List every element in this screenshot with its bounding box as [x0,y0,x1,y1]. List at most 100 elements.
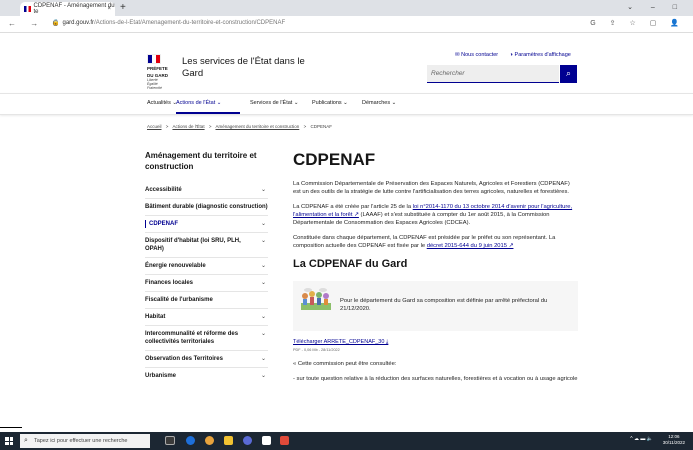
url-path: /Actions-de-l-Etat/Amenagement-du-territ… [94,20,286,26]
logo-motto: Liberté Égalité Fraternité [147,78,162,90]
nav-services-etat[interactable]: Services de l'État ⌄ [250,100,298,106]
contact-link[interactable]: ✉ Nous contacter [455,52,498,58]
sidebar-item-label: Fiscalité de l'urbanisme [145,297,213,303]
clock-date: 30/11/2022 [662,440,685,445]
favicon-icon [24,6,31,12]
browser-tab[interactable]: CDPENAF - Aménagement du te × [20,2,115,16]
nav-active-indicator [176,112,240,114]
chevron-down-icon: ⌄ [260,331,266,337]
sidebar-item-observation[interactable]: Observation des Territoires ⌄ [145,355,268,363]
file-explorer-icon[interactable] [224,436,233,445]
sidebar-item-habitat-dispositif[interactable]: Dispositif d'habitat (loi SRU, PLH, OPAH… [145,237,268,253]
card-text: Pour le département du Gard sa compositi… [340,298,548,312]
nav-publications[interactable]: Publications ⌄ [312,100,348,106]
search-input[interactable]: Rechercher [427,65,559,83]
windows-start-icon[interactable] [5,437,13,445]
breadcrumb-separator: > [303,124,307,129]
breadcrumb-separator: > [208,124,212,129]
quote-text: « Cette commission peut être consultée: [293,361,397,367]
site-title-line1: Les services de l'État dans le [182,56,305,67]
windows-taskbar: ⌕ Tapez ici pour effectuer une recherche… [0,432,693,450]
bullet-text: - sur toute question relative à la réduc… [293,376,578,382]
sidebar-item-intercommunalite[interactable]: Intercommunalité et réforme des collecti… [145,330,268,346]
header-tools: ✉ Nous contacter ◑ Paramètres d'affichag… [455,52,581,58]
taskbar-search-input[interactable]: ⌕ Tapez ici pour effectuer une recherche [20,434,150,448]
page-title: CDPENAF [293,150,376,169]
sidebar-item-label: Énergie renouvelable [145,263,206,269]
marianne-logo[interactable]: PRÉFETE DU GARD Liberté Égalité Fraterni… [147,54,169,90]
site-title-line2: Gard [182,68,204,79]
sidebar: Aménagement du territoire et constructio… [145,150,268,380]
url-field[interactable]: 🔒 gard.gouv.fr/Actions-de-l-Etat/Amenagem… [52,19,285,26]
chevron-down-icon: ⌄ [260,314,266,320]
info-card: Pour le département du Gard sa compositi… [293,281,578,331]
chevron-down-icon: ⌄ [260,356,266,362]
sidebar-title: Aménagement du territoire et constructio… [145,151,257,171]
sidebar-item-batiment-durable[interactable]: Bâtiment durable (diagnostic constructio… [145,203,268,211]
download-link[interactable]: Télécharger ARRETE_CDPENAF_30 ⤓ [293,339,578,346]
main-navigation: Actualités ⌄ Actions de l'État ⌄ Service… [0,93,693,115]
sidebar-item-label: Observation des Territoires [145,356,223,362]
sidebar-item-label: Accessibilité [145,187,182,193]
nav-demarches[interactable]: Démarches ⌄ [362,100,396,106]
address-bar: ← → C 🔒 gard.gouv.fr/Actions-de-l-Etat/Am… [0,16,693,33]
tab-close-icon[interactable]: × [107,6,111,12]
nav-actions-etat[interactable]: Actions de l'État ⌄ [176,100,221,106]
sidebar-item-fiscalite[interactable]: Fiscalité de l'urbanisme [145,296,268,304]
section-heading: La CDPENAF du Gard [293,258,408,270]
chevron-down-icon: ⌄ [260,238,266,244]
flag-icon [147,54,161,64]
url-host: gard.gouv.fr [62,20,95,26]
chevron-down-icon: ⌄ [260,373,266,379]
pdf-icon[interactable] [262,436,271,445]
text: La CDPENAF a été créée par l'article 25 … [293,204,413,210]
chevron-down-icon: ⌄ [260,280,266,286]
new-tab-button[interactable]: + [120,2,126,13]
task-view-icon[interactable] [165,436,175,445]
sidebar-item-label: Habitat [145,314,166,320]
composition-paragraph: Constituée dans chaque département, la C… [293,234,578,250]
decret-link[interactable]: décret 2015-644 du 9 juin 2015 ↗ [427,243,514,249]
tab-title: CDPENAF - Aménagement du te [33,3,115,15]
display-settings-link[interactable]: ◑ Paramètres d'affichage [510,52,571,58]
extension-icons[interactable]: G ⇪ ☆ ▢ 👤 [590,19,685,27]
breadcrumb-home[interactable]: Accueil [147,124,162,129]
sidebar-item-cdpenaf[interactable]: CDPENAF ⌄ [145,220,268,228]
store-icon[interactable] [243,436,252,445]
intro-paragraph: La Commission Départementale de Préserva… [293,181,570,195]
sidebar-item-energie[interactable]: Énergie renouvelable ⌄ [145,262,268,270]
main-content: CDPENAF La Commission Départementale de … [293,150,578,390]
clock[interactable]: 12:06 30/11/2022 [663,434,685,446]
breadcrumb-actions[interactable]: Actions de l'État [172,124,204,129]
sidebar-item-habitat[interactable]: Habitat ⌄ [145,313,268,321]
app-icon[interactable] [280,436,289,445]
system-tray-icons[interactable]: ^ ☁ ▬ 🔈 [630,436,653,442]
search-button[interactable]: ⌕ [560,65,577,83]
breadcrumb-separator: > [165,124,169,129]
search-icon: ⌕ [24,437,28,444]
lock-icon: 🔒 [52,20,60,26]
site-title[interactable]: Les services de l'État dans le Gard [182,56,305,80]
chrome-icon[interactable] [205,436,214,445]
window-controls[interactable]: ⌄ – □ [627,3,685,11]
sidebar-item-label: Intercommunalité et réforme des collecti… [145,331,239,345]
nav-actualites[interactable]: Actualités ⌄ [147,100,177,106]
text: Constituée dans chaque département, la C… [293,235,556,249]
sidebar-item-finances[interactable]: Finances locales ⌄ [145,279,268,287]
search-bar: Rechercher ⌕ [427,65,577,83]
breadcrumb-amenagement[interactable]: Aménagement du territoire et constructio… [216,124,300,129]
sidebar-item-accessibilite[interactable]: Accessibilité ⌄ [145,186,268,194]
creation-paragraph: La CDPENAF a été créée par l'article 25 … [293,203,578,227]
breadcrumb-current: CDPENAF [310,124,332,129]
sidebar-item-label: Urbanisme [145,373,177,379]
taskbar-search-placeholder: Tapez ici pour effectuer une recherche [34,438,128,444]
breadcrumb: Accueil > Actions de l'État > Aménagemen… [147,124,335,129]
edge-icon[interactable] [186,436,195,445]
chevron-down-icon: ⌄ [260,263,266,269]
sidebar-item-label: CDPENAF [149,221,179,227]
download-meta: PDF - 0,06 Mb - 28/11/2022 [293,348,340,352]
sidebar-item-urbanisme[interactable]: Urbanisme ⌄ [145,372,268,380]
page-mark [0,427,22,428]
search-icon: ⌕ [565,68,572,78]
logo-line1: PRÉFETE [147,66,168,71]
